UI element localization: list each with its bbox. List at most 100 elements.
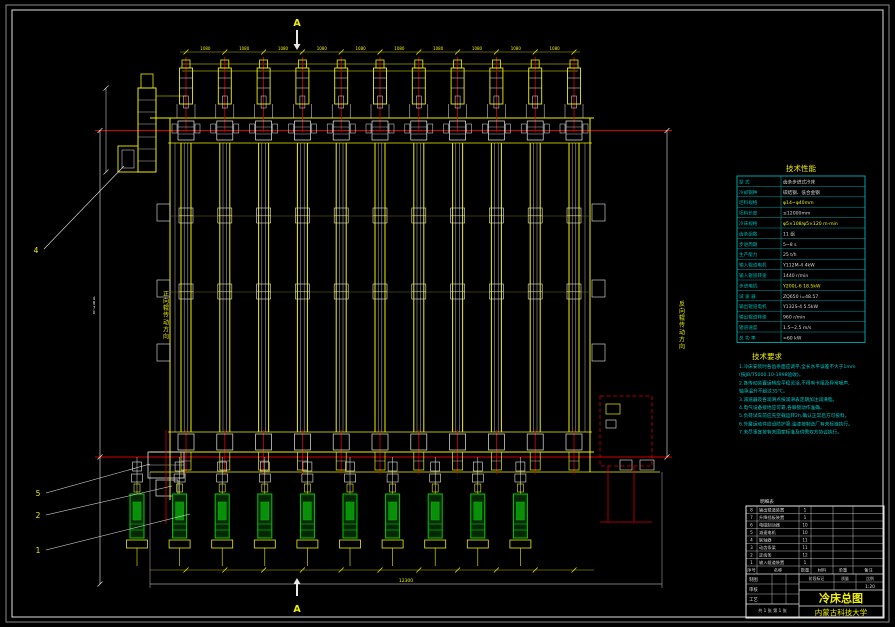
- svg-text:5: 5: [750, 530, 753, 535]
- svg-text:工艺: 工艺: [749, 597, 758, 603]
- svg-text:材料: 材料: [818, 567, 827, 574]
- svg-text:1: 1: [804, 515, 807, 520]
- svg-text:2: 2: [36, 511, 41, 520]
- svg-text:冷却钢种: 冷却钢种: [739, 189, 758, 196]
- side-guides: [156, 203, 606, 362]
- svg-text:1080: 1080: [433, 46, 444, 51]
- svg-text:辊: 辊: [679, 314, 685, 322]
- svg-text:步进周期: 步进周期: [739, 241, 758, 248]
- svg-text:单重: 单重: [839, 567, 847, 574]
- svg-text:动: 动: [679, 329, 685, 336]
- svg-text:方: 方: [679, 335, 685, 343]
- svg-text:4.电气设备接地应可靠,各联锁动作准确。: 4.电气设备接地应可靠,各联锁动作准确。: [739, 404, 825, 411]
- svg-text:动齿条梁: 动齿条梁: [759, 544, 777, 551]
- svg-text:3: 3: [750, 545, 753, 550]
- svg-text:Y132S-4 5.5kW: Y132S-4 5.5kW: [782, 304, 818, 310]
- svg-text:电磁制动器: 电磁制动器: [759, 521, 781, 528]
- svg-text:2.各传动装置运转应平稳灵活,不得有卡阻及异常噪声,: 2.各传动装置运转应平稳灵活,不得有卡阻及异常噪声,: [739, 379, 850, 386]
- svg-text:数量: 数量: [801, 567, 809, 574]
- svg-text:联轴器: 联轴器: [759, 536, 772, 543]
- svg-text:明细表: 明细表: [760, 498, 774, 505]
- svg-text:向: 向: [163, 332, 169, 340]
- svg-text:10: 10: [802, 530, 808, 535]
- svg-text:反: 反: [679, 300, 685, 308]
- svg-text:1:20: 1:20: [865, 584, 875, 590]
- svg-text:共 1 张 第 1 张: 共 1 张 第 1 张: [758, 607, 788, 614]
- svg-text:制图: 制图: [749, 576, 758, 583]
- motor-units: [126, 457, 532, 566]
- svg-text:φ5×108/φ5×120 m·min: φ5×108/φ5×120 m·min: [783, 221, 838, 227]
- tech-requirements-title: 技术要求: [752, 351, 782, 361]
- svg-text:ZQ650 i=48.57: ZQ650 i=48.57: [783, 294, 818, 300]
- svg-text:质量: 质量: [841, 576, 849, 581]
- svg-text:960 r/min: 960 r/min: [783, 315, 805, 321]
- machine-frame: [95, 63, 672, 500]
- section-marker-top: A: [293, 18, 301, 29]
- svg-text:向: 向: [679, 342, 685, 350]
- svg-text:1080: 1080: [472, 46, 483, 51]
- svg-text:1.5~2.5 m/s: 1.5~2.5 m/s: [783, 325, 812, 331]
- svg-text:1080: 1080: [317, 46, 328, 51]
- svg-text:输出辊道转速: 输出辊道转速: [739, 314, 767, 321]
- svg-text:1080: 1080: [278, 46, 289, 51]
- svg-text:坯料长度: 坯料长度: [739, 210, 758, 217]
- svg-text:6: 6: [750, 522, 753, 527]
- svg-text:输出辊道装置: 输出辊道装置: [759, 506, 784, 513]
- svg-text:≈60 kW: ≈60 kW: [783, 335, 802, 341]
- svg-text:向: 向: [679, 307, 685, 315]
- svg-text:(按JB/T5000.10-1998验收)。: (按JB/T5000.10-1998验收)。: [739, 371, 803, 378]
- svg-text:动: 动: [163, 319, 169, 326]
- svg-text:5: 5: [36, 489, 41, 498]
- svg-text:1440 r/min: 1440 r/min: [783, 273, 808, 279]
- svg-text:2: 2: [750, 552, 753, 557]
- svg-text:1080: 1080: [550, 46, 561, 51]
- cad-drawing: 1080 1080 1080 1080 1080 1080 1080 1080 1080 1080…: [5, 4, 890, 623]
- svg-text:Y112M-4 4kW: Y112M-4 4kW: [782, 263, 815, 269]
- svg-text:型 式: 型 式: [739, 178, 750, 185]
- svg-text:向: 向: [163, 297, 169, 305]
- svg-text:生产能力: 生产能力: [739, 251, 758, 258]
- svg-text:传: 传: [163, 311, 169, 319]
- svg-text:定齿条: 定齿条: [759, 551, 772, 558]
- svg-text:1080: 1080: [356, 46, 367, 51]
- svg-text:减速电机: 减速电机: [759, 529, 777, 536]
- svg-text:1: 1: [804, 507, 807, 512]
- svg-text:1: 1: [36, 546, 41, 555]
- detail-box: [599, 395, 655, 523]
- svg-text:输入辊道装置: 输入辊道装置: [759, 559, 784, 566]
- svg-text:1080: 1080: [394, 46, 405, 51]
- svg-text:5~8 s: 5~8 s: [783, 242, 797, 248]
- svg-text:3.减速器及各润滑点按润滑表定期加注润滑脂。: 3.减速器及各润滑点按润滑表定期加注润滑脂。: [739, 396, 837, 403]
- spec-table-title: 技术性能: [786, 163, 816, 173]
- svg-text:1.冷床安装时各齿条面应调平,全长水平误差不大于1mm: 1.冷床安装时各齿条面应调平,全长水平误差不大于1mm: [739, 363, 856, 370]
- svg-text:12: 12: [802, 552, 808, 557]
- svg-text:10: 10: [802, 522, 808, 527]
- svg-text:名称: 名称: [774, 567, 782, 574]
- svg-text:输入辊道转速: 输入辊道转速: [739, 272, 767, 279]
- svg-text:0: 0: [93, 310, 96, 315]
- organization-name: 内蒙古科技大学: [815, 607, 868, 617]
- svg-text:齿条组数: 齿条组数: [739, 230, 758, 237]
- svg-text:备注: 备注: [864, 567, 873, 574]
- tech-requirements: 1.冷床安装时各齿条面应调平,全长水平误差不大于1mm (按JB/T5000.1…: [739, 363, 856, 436]
- svg-text:1080: 1080: [239, 46, 250, 51]
- svg-text:6.外露运动件应设防护罩,油漆按制造厂有关标准执行。: 6.外露运动件应设防护罩,油漆按制造厂有关标准执行。: [739, 420, 853, 427]
- svg-text:齿条步进式冷床: 齿条步进式冷床: [783, 178, 816, 185]
- svg-text:11: 11: [802, 537, 808, 542]
- svg-text:坯料规格: 坯料规格: [739, 199, 758, 206]
- svg-text:步进电机: 步进电机: [739, 282, 758, 289]
- svg-text:11 组: 11 组: [783, 230, 795, 237]
- svg-text:正: 正: [163, 291, 169, 298]
- svg-text:11: 11: [802, 545, 808, 550]
- svg-text:Y200L-6 18.5kW: Y200L-6 18.5kW: [782, 283, 821, 289]
- svg-text:4: 4: [750, 537, 753, 542]
- svg-text:1080: 1080: [511, 46, 522, 51]
- svg-text:输入辊道电机: 输入辊道电机: [739, 262, 767, 269]
- svg-text:φ14~φ40mm: φ14~φ40mm: [783, 200, 814, 206]
- svg-text:5.负荷试车前应先空载运转2h,确认正常后方可投料。: 5.负荷试车前应先空载运转2h,确认正常后方可投料。: [739, 412, 849, 419]
- svg-text:轴承温升不超过35℃。: 轴承温升不超过35℃。: [739, 388, 788, 395]
- title-block: 8 输出辊道装置 17 升降挡板装置 16 电磁制动器 105 减速电机 104 联轴器 113 动齿…: [745, 498, 885, 619]
- svg-text:审核: 审核: [749, 586, 758, 593]
- drawing-title: 冷床总图: [819, 591, 863, 605]
- svg-text:1: 1: [804, 560, 807, 565]
